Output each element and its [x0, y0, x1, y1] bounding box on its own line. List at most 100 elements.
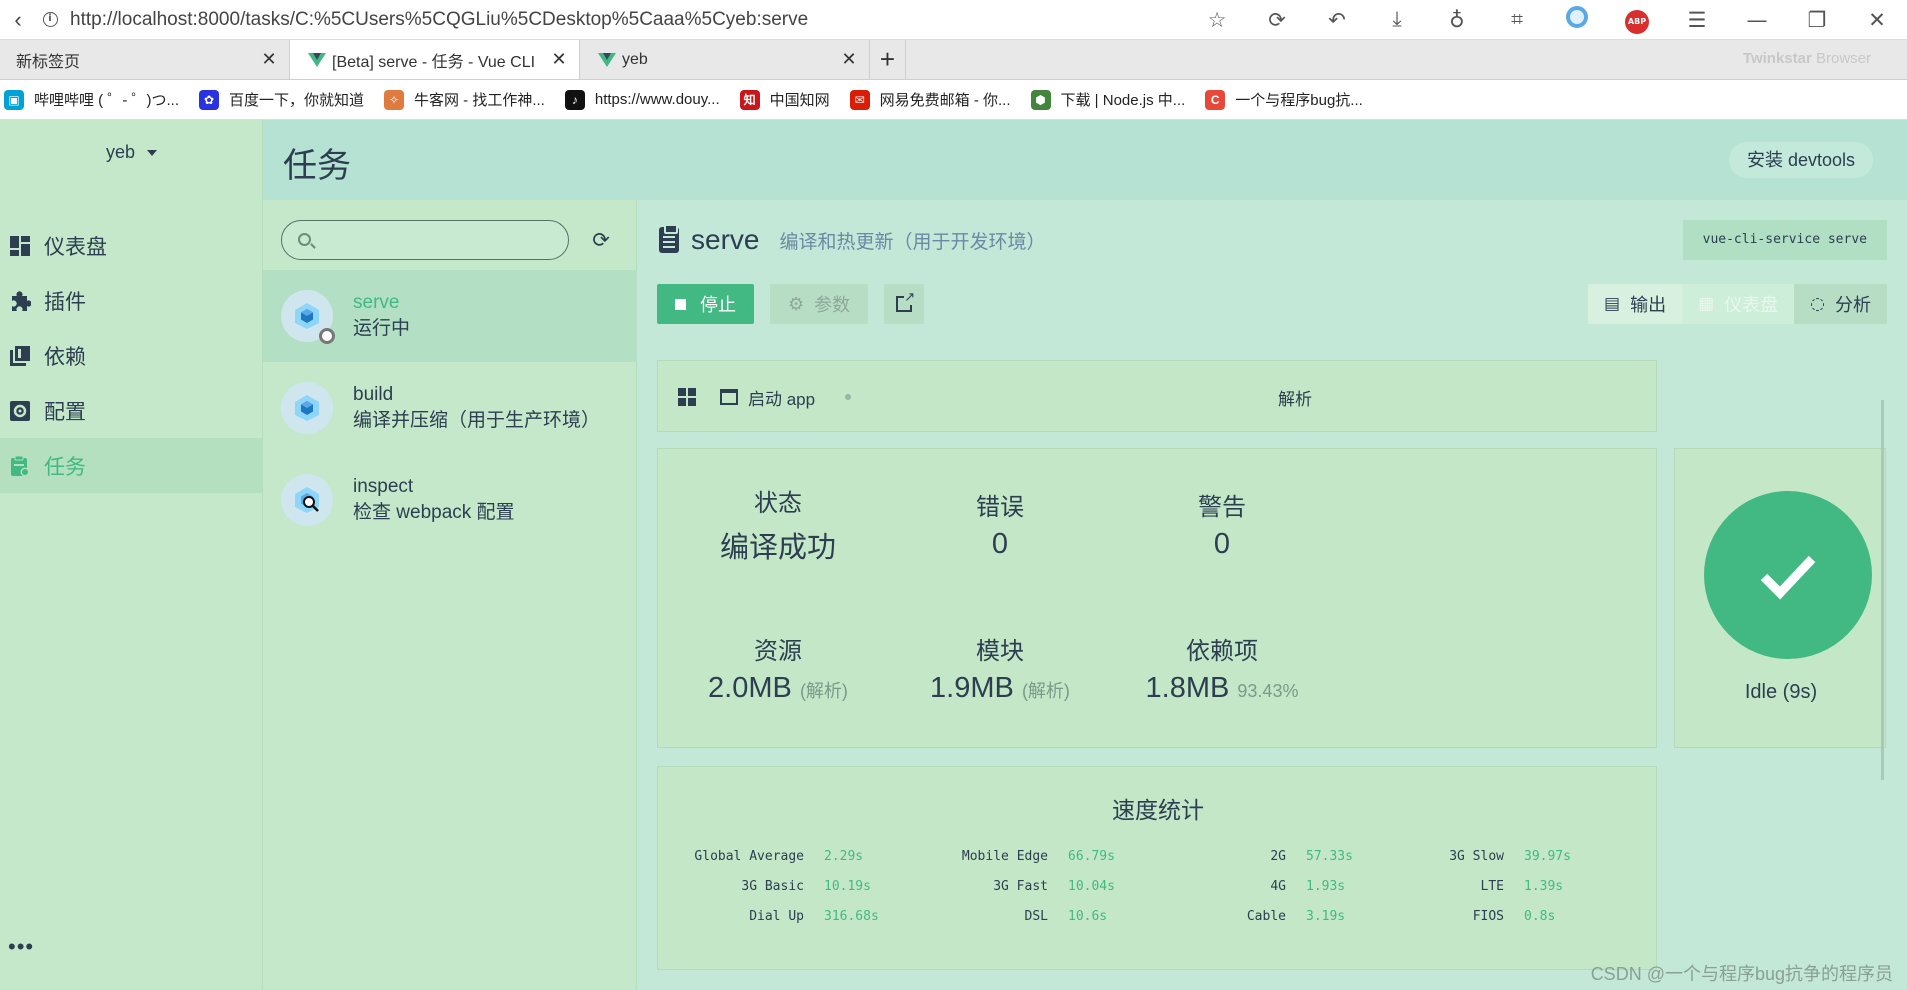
stop-label: 停止 [700, 295, 736, 315]
project-selector[interactable]: yeb [0, 142, 263, 163]
dashboard-toolbar: 启动 app 解析 [657, 360, 1657, 432]
refresh-icon[interactable]: ⟳ [587, 226, 615, 254]
params-button[interactable]: ⚙ 参数 [770, 284, 869, 324]
task-item-serve[interactable]: serve 运行中 [263, 270, 637, 362]
bookmark-item[interactable]: ▣ 哔哩哔哩 ( ゜- ゜)つ... [4, 89, 179, 110]
speed-network-name: Mobile Edge [961, 849, 1048, 864]
bookmark-item[interactable]: C 一个与程序bug抗... [1205, 89, 1363, 110]
speed-network-name: 4G [1270, 879, 1286, 894]
build-stats-panel: 状态 编译成功 错误 0 警告 0 资源 2.0MB (解析) 模块 1.9MB… [657, 448, 1657, 748]
donut-icon: ◌ [1810, 294, 1825, 314]
bookmark-label: 中国知网 [769, 92, 830, 109]
speed-stats-panel: 速度统计 Global Average 2.29s Mobile Edge 66.79… [657, 766, 1657, 970]
sync-icon[interactable]: ⟳ [1247, 8, 1307, 32]
favicon-icon: ♪ [564, 89, 585, 110]
browser-tab-active[interactable]: [Beta] serve - 任务 - Vue CLI ✕ [290, 40, 580, 79]
scrollbar[interactable] [1881, 400, 1884, 780]
sidebar-item-plugins[interactable]: 插件 [0, 273, 263, 328]
crop-icon[interactable]: ⌗ [1487, 7, 1547, 32]
star-icon[interactable]: ☆ [1187, 8, 1247, 32]
dashboard-icon[interactable] [678, 388, 696, 406]
speed-value: 66.79s [1068, 849, 1115, 864]
puzzle-icon [8, 289, 32, 313]
task-list: ⟳ serve 运行中 build 编译并压缩（用于生产环境） inspect … [263, 200, 637, 990]
build-status-panel: Idle (9s) [1674, 448, 1886, 748]
open-external-button[interactable] [884, 284, 925, 324]
search-field[interactable] [281, 220, 569, 260]
bookmark-item[interactable]: ♪ https://www.douy... [564, 89, 720, 110]
sidebar: yeb 仪表盘 插件 依赖 配置 任务 ••• [0, 120, 263, 990]
sidebar-item-config[interactable]: 配置 [0, 383, 263, 438]
close-tab-icon[interactable]: ✕ [839, 49, 859, 70]
task-detail: serve 编译和热更新（用于开发环境） vue-cli-service ser… [637, 200, 1907, 990]
task-item-inspect[interactable]: inspect 检查 webpack 配置 [263, 454, 637, 546]
analyze-link[interactable]: (解析) [1022, 681, 1070, 701]
new-tab-button[interactable]: + [870, 40, 906, 79]
minimize-icon[interactable]: — [1727, 8, 1787, 32]
undo-icon[interactable]: ↶ [1307, 8, 1367, 32]
bookmark-item[interactable]: ✿ 百度一下，你就知道 [199, 89, 364, 110]
tab-output[interactable]: ▤ 输出 [1588, 284, 1683, 324]
install-devtools-button[interactable]: 安装 devtools [1728, 142, 1873, 178]
sidebar-item-label: 依赖 [44, 345, 86, 369]
bookmark-label: 网易免费邮箱 - 你... [879, 92, 1011, 109]
bookmark-label: https://www.douy... [594, 91, 720, 108]
bookmark-item[interactable]: ⬢ 下载 | Node.js 中... [1030, 89, 1186, 110]
tab-title: 新标签页 [16, 53, 81, 71]
stat-warnings: 警告 0 [1102, 487, 1342, 561]
stat-label: 状态 [754, 490, 802, 517]
tab-title: yeb [622, 50, 648, 68]
close-tab-icon[interactable]: ✕ [549, 49, 569, 70]
bookmark-item[interactable]: ✉ 网易免费邮箱 - 你... [849, 89, 1011, 110]
url-field[interactable]: http://localhost:8000/tasks/C:%5CUsers%5… [70, 9, 1187, 31]
sidebar-item-dependencies[interactable]: 依赖 [0, 328, 263, 383]
stat-label: 错误 [976, 494, 1024, 521]
speed-network-name: FIOS [1472, 909, 1504, 924]
stat-errors: 错误 0 [880, 487, 1120, 561]
site-info-icon[interactable]: i [36, 6, 64, 34]
adblock-icon[interactable]: ABP [1607, 5, 1667, 34]
sidebar-item-dashboard[interactable]: 仪表盘 [0, 218, 263, 273]
speed-network-name: LTE [1480, 879, 1504, 894]
more-options-icon[interactable]: ••• [8, 934, 34, 960]
speed-value: 10.6s [1068, 909, 1108, 924]
speed-value: 10.19s [824, 879, 871, 894]
browser-brand: Twinkstar Browser [1742, 50, 1871, 67]
search-input[interactable] [322, 227, 552, 253]
open-in-new-icon [896, 290, 916, 312]
browser-tab[interactable]: 新标签页 ✕ [0, 40, 290, 79]
task-item-build[interactable]: build 编译并压缩（用于生产环境） [263, 362, 637, 454]
terminal-icon: ▤ [1604, 294, 1621, 314]
launch-app-button[interactable]: 启动 app [748, 385, 815, 410]
stat-value: 0 [991, 528, 1009, 560]
extension-icon[interactable] [1547, 6, 1607, 33]
stop-button[interactable]: 停止 [657, 284, 754, 324]
tab-dashboard[interactable]: ▦ 仪表盘 [1682, 284, 1795, 324]
user-icon[interactable]: ♁ [1427, 8, 1487, 32]
gear-icon: ⚙ [788, 293, 805, 315]
stat-label: 模块 [976, 638, 1024, 665]
close-window-icon[interactable]: ✕ [1847, 8, 1907, 32]
analyze-link[interactable]: (解析) [800, 681, 848, 701]
menu-icon[interactable]: ☰ [1667, 8, 1727, 32]
back-icon[interactable]: ‹ [0, 7, 36, 33]
stat-modules: 模块 1.9MB (解析) [880, 631, 1120, 705]
sidebar-item-tasks[interactable]: 任务 [0, 438, 263, 493]
download-icon[interactable]: ⤓ [1367, 7, 1427, 32]
bookmark-item[interactable]: ✧ 牛客网 - 找工作神... [384, 89, 545, 110]
browser-tab[interactable]: yeb ✕ [580, 40, 870, 79]
project-name: yeb [105, 142, 136, 162]
speed-network-name: 2G [1270, 849, 1286, 864]
tab-analyzer[interactable]: ◌ 分析 [1794, 284, 1887, 324]
task-desc: 检查 webpack 配置 [353, 502, 515, 523]
browser-tab-bar: 新标签页 ✕ [Beta] serve - 任务 - Vue CLI ✕ yeb… [0, 40, 1907, 80]
close-tab-icon[interactable]: ✕ [259, 49, 279, 70]
vue-cli-ui: yeb 仪表盘 插件 依赖 配置 任务 ••• 任务 安装 devtools ⟳… [0, 120, 1907, 990]
restore-icon[interactable]: ❐ [1787, 8, 1847, 32]
separator-dot [845, 394, 852, 400]
page-title: 任务 [283, 147, 351, 185]
task-header: serve 编译和热更新（用于开发环境） [659, 222, 1045, 258]
task-name: inspect [353, 476, 414, 497]
bookmark-label: 下载 | Node.js 中... [1060, 92, 1186, 109]
bookmark-item[interactable]: 知中国知网 [739, 89, 830, 110]
